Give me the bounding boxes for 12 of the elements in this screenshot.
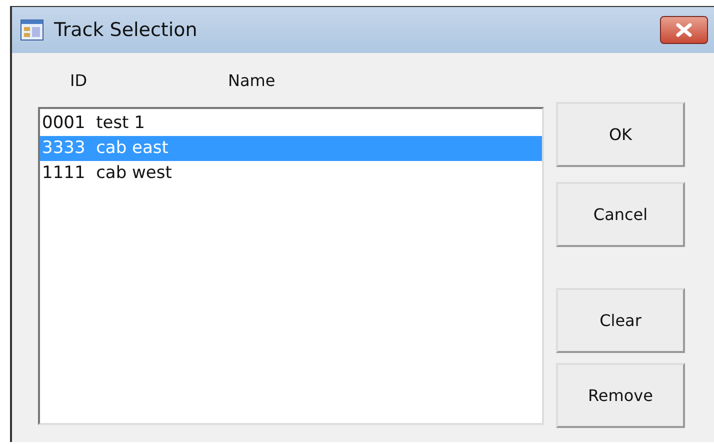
column-header: ID [70, 70, 88, 90]
close-button[interactable] [660, 16, 708, 44]
dialog-button[interactable]: Cancel [556, 182, 685, 247]
app-icon [20, 19, 44, 41]
list-item[interactable]: 0001 test 1 [40, 111, 542, 136]
window-title: Track Selection [54, 19, 198, 41]
column-header: Name [228, 70, 276, 90]
list-item[interactable]: 1111 cab west [40, 161, 542, 186]
dialog-button[interactable]: Clear [556, 288, 685, 353]
dialog-button[interactable]: Remove [556, 363, 685, 428]
close-icon [675, 23, 693, 37]
dialog-button[interactable]: OK [556, 102, 685, 167]
